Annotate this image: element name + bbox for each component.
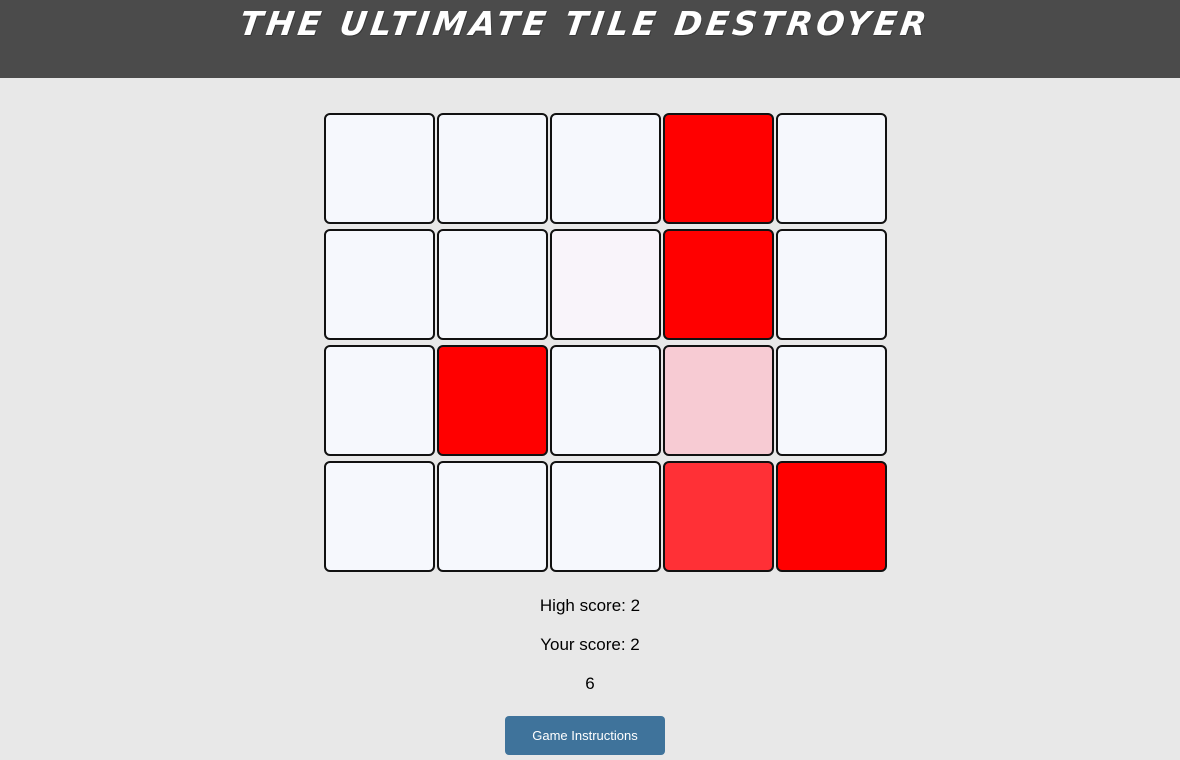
countdown-counter: 6 — [585, 674, 595, 693]
game-header: THE ULTIMATE TILE DESTROYER — [0, 0, 1180, 78]
tile-r3-c1[interactable] — [324, 345, 435, 456]
tile-r3-c5[interactable] — [776, 345, 887, 456]
tile-r2-c1[interactable] — [324, 229, 435, 340]
tile-r1-c5[interactable] — [776, 113, 887, 224]
tile-r4-c3[interactable] — [550, 461, 661, 572]
tile-r4-c4[interactable] — [663, 461, 774, 572]
tile-r3-c2[interactable] — [437, 345, 548, 456]
tile-r1-c3[interactable] — [550, 113, 661, 224]
tile-r1-c1[interactable] — [324, 113, 435, 224]
tile-r4-c5[interactable] — [776, 461, 887, 572]
tile-r4-c2[interactable] — [437, 461, 548, 572]
tile-r2-c4[interactable] — [663, 229, 774, 340]
tile-r3-c3[interactable] — [550, 345, 661, 456]
tile-board — [324, 113, 891, 575]
tile-r1-c4[interactable] — [663, 113, 774, 224]
tile-r3-c4[interactable] — [663, 345, 774, 456]
game-title: THE ULTIMATE TILE DESTROYER — [237, 4, 933, 43]
tile-r2-c2[interactable] — [437, 229, 548, 340]
your-score: Your score: 2 — [540, 635, 640, 654]
tile-r2-c5[interactable] — [776, 229, 887, 340]
tile-r4-c1[interactable] — [324, 461, 435, 572]
game-instructions-button[interactable]: Game Instructions — [505, 716, 665, 755]
tile-r1-c2[interactable] — [437, 113, 548, 224]
high-score: High score: 2 — [539, 596, 641, 615]
tile-r2-c3[interactable] — [550, 229, 661, 340]
